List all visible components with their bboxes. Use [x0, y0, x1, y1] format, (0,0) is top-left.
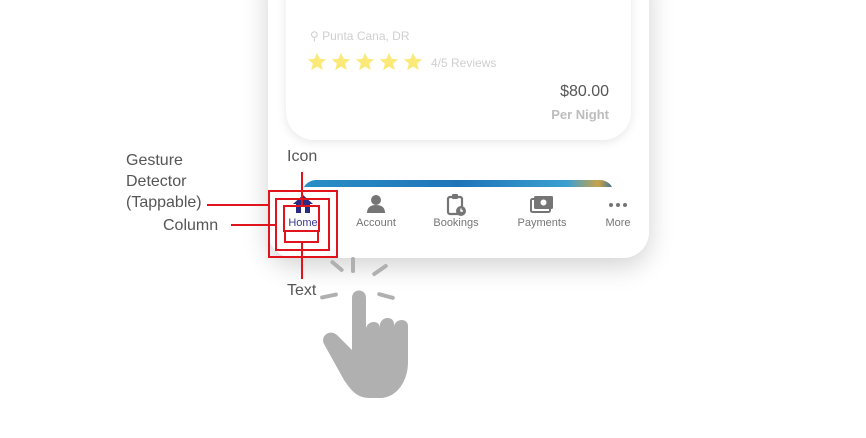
- clipboard-clock-icon: [446, 194, 466, 216]
- price-unit: Per Night: [551, 107, 609, 122]
- nav-label-bookings: Bookings: [433, 217, 479, 229]
- person-icon: [367, 195, 385, 213]
- star-icon: [403, 52, 423, 71]
- listing-price: $80.00: [560, 83, 609, 100]
- nav-item-account[interactable]: Account: [341, 187, 411, 237]
- listing-card[interactable]: ⚲ Punta Cana, DR 4/5 Reviews $80.00 Per …: [286, 0, 631, 140]
- star-icon: [379, 52, 399, 71]
- cash-icon: [530, 196, 553, 213]
- star-rating: [306, 51, 424, 73]
- nav-label-more: More: [605, 217, 631, 229]
- icon-leader-line: [301, 172, 303, 206]
- listing-location: ⚲ Punta Cana, DR: [310, 29, 410, 43]
- text-outline: [284, 230, 319, 243]
- nav-item-payments[interactable]: Payments: [507, 187, 577, 237]
- star-icon: [331, 52, 351, 71]
- tap-ray: [371, 263, 389, 277]
- nav-item-more[interactable]: More: [583, 187, 649, 237]
- gesture-detector-label: Gesture Detector (Tappable): [126, 152, 202, 211]
- text-label: Text: [287, 282, 317, 299]
- gesture-leader-line: [207, 204, 269, 206]
- location-pin-icon: ⚲: [310, 29, 323, 43]
- reviews-count: 4/5 Reviews: [431, 56, 497, 70]
- star-icon: [355, 52, 375, 71]
- text-leader-line: [301, 243, 303, 279]
- nav-label-payments: Payments: [517, 217, 567, 229]
- icon-label: Icon: [287, 148, 318, 165]
- tap-hand-icon: [323, 290, 408, 398]
- icon-outline: [283, 205, 320, 232]
- more-dots-icon: [609, 203, 627, 207]
- star-icon: [307, 52, 327, 71]
- tap-ray: [351, 257, 355, 273]
- nav-label-account: Account: [356, 217, 396, 229]
- column-leader-line: [231, 224, 276, 226]
- tap-ray: [329, 259, 345, 273]
- nav-item-bookings[interactable]: Bookings: [421, 187, 491, 237]
- column-label: Column: [163, 217, 219, 234]
